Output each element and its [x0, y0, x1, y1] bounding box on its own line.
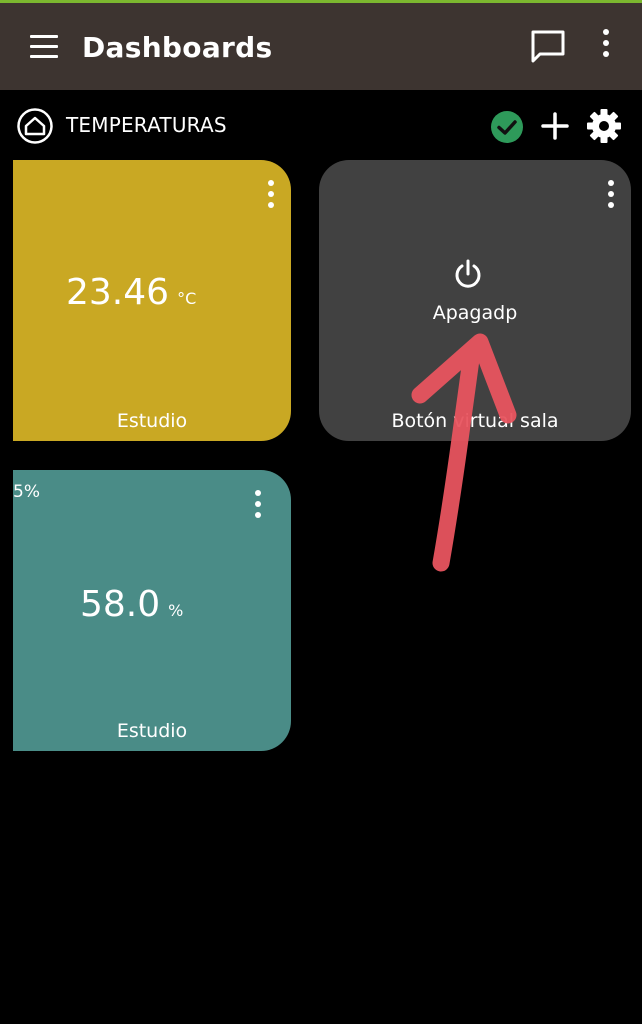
menu-icon-bar	[30, 45, 58, 48]
dot	[603, 40, 609, 46]
humidity-value: 58.0	[80, 584, 161, 625]
page-title: Dashboards	[82, 31, 273, 64]
temperature-tile[interactable]: 23.46 °C Estudio	[13, 160, 291, 441]
gear-icon[interactable]	[585, 107, 623, 145]
switch-state: Apagadp	[432, 302, 518, 324]
tile-label: Estudio	[116, 410, 188, 432]
dot	[268, 191, 274, 197]
menu-icon-bar	[30, 55, 58, 58]
dot	[255, 512, 261, 518]
humidity-unit: %	[168, 601, 184, 620]
tile-menu-button[interactable]	[248, 490, 268, 520]
dot	[608, 202, 614, 208]
tile-value: 58.0%	[80, 584, 183, 625]
more-vert-icon	[608, 180, 614, 186]
more-vert-icon	[255, 490, 261, 496]
dot	[603, 51, 609, 57]
dot	[268, 202, 274, 208]
tile-value: 23.46 °C	[66, 272, 196, 313]
home-icon	[17, 108, 53, 144]
menu-button[interactable]	[26, 33, 62, 61]
tile-corner-text: 5%	[13, 482, 40, 502]
more-vert-icon	[603, 29, 609, 35]
power-icon	[455, 259, 481, 288]
temperature-value: 23.46	[66, 272, 170, 313]
tile-label: Estudio	[116, 720, 188, 742]
tile-label: Botón virtual sala	[391, 410, 559, 432]
dashboard-name: TEMPERATURAS	[66, 113, 227, 137]
tile-menu-button[interactable]	[261, 180, 281, 210]
virtual-switch-tile[interactable]: Apagadp Botón virtual sala	[319, 160, 631, 441]
chat-icon	[531, 30, 565, 63]
dashboard-toolbar: TEMPERATURAS	[0, 90, 642, 160]
check-circle-icon[interactable]	[490, 110, 524, 144]
humidity-tile[interactable]: 5% 58.0% Estudio	[13, 470, 291, 751]
tile-menu-button[interactable]	[601, 180, 621, 210]
app-bar: Dashboards	[0, 3, 642, 90]
temperature-unit: °C	[177, 289, 197, 308]
more-vert-icon	[268, 180, 274, 186]
chat-button[interactable]	[528, 27, 568, 67]
menu-icon	[30, 35, 58, 38]
dot	[608, 191, 614, 197]
plus-icon[interactable]	[540, 109, 570, 143]
more-options-button[interactable]	[592, 29, 620, 69]
dot	[255, 501, 261, 507]
